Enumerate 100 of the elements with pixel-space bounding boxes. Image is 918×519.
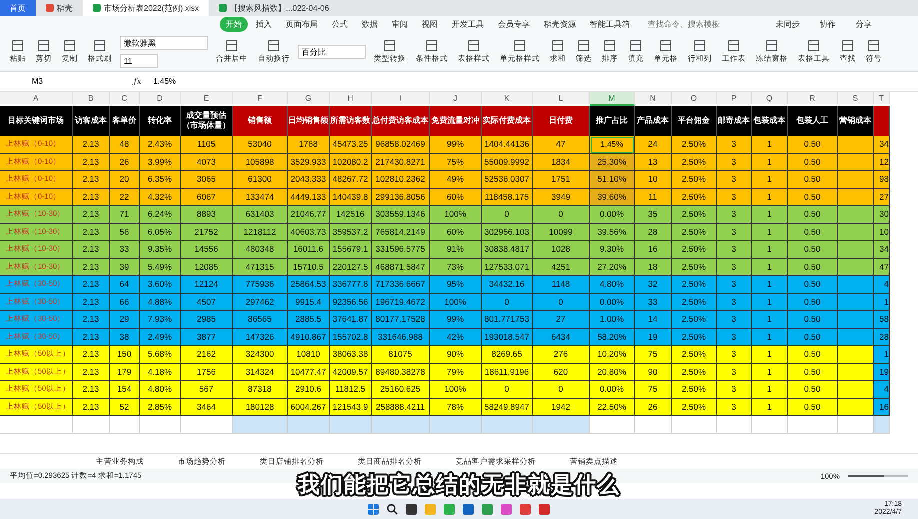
account-action[interactable]: 未同步 [770,18,806,31]
table-cell: 60% [430,188,482,206]
menu-tab[interactable]: 会员专享 [492,17,536,32]
table-cell: 3877 [181,328,233,346]
table-cell: 48267.72 [330,171,372,188]
table-cell: 98 [874,171,890,188]
table-cell: 26 [635,398,672,416]
menu-tab[interactable]: 视图 [416,17,444,32]
column-header[interactable]: G [288,92,330,104]
column-header[interactable]: E [181,92,233,104]
menu-tab[interactable]: 公式 [326,17,354,32]
table-cell: 21046.77 [288,206,330,224]
column-header[interactable]: D [140,92,181,104]
header-cell: 推广占比 [590,106,635,136]
column-header[interactable]: M [590,92,635,106]
account-action[interactable]: 协作 [814,18,842,31]
document-tab[interactable]: 【搜索风指数】...022-04-06 [209,0,340,16]
table-cell: 2.43% [140,136,181,154]
table-cell: 1751 [533,171,590,188]
table-icon [268,40,280,52]
table-cell: 155679.1 [330,241,372,258]
table-cell: 331596.5775 [372,241,430,258]
menu-tab[interactable]: 稻壳资源 [538,17,582,32]
column-header[interactable]: A [0,92,73,104]
table-cell: 73% [430,258,482,276]
menu-tab[interactable]: 审阅 [386,17,414,32]
column-header[interactable]: L [533,92,590,104]
app-icon[interactable] [463,504,474,514]
column-header[interactable]: K [482,92,533,104]
table-cell: 1942 [533,398,590,416]
table-cell: 0 [482,206,533,224]
table-cell: 2.13 [73,294,110,311]
table-cell: 4 [874,381,890,398]
menu-tab[interactable]: 插入 [250,17,278,32]
table-cell: 14556 [181,241,233,258]
column-header[interactable]: H [330,92,372,104]
table-cell: 1 [752,364,788,381]
column-header[interactable]: C [110,92,140,104]
table-cell: 2.13 [73,276,110,294]
table-cell: 91% [430,241,482,258]
search-icon[interactable] [387,504,398,514]
table-cell: 6.24% [140,206,181,224]
table-cell: 2.13 [73,364,110,381]
menu-tab[interactable]: 开发工具 [446,17,490,32]
table-cell: 96858.02469 [372,136,430,154]
start-icon[interactable] [368,504,379,514]
table-cell: 6.05% [140,224,181,241]
table-icon [868,40,880,52]
table-cell: 3 [717,136,752,154]
column-header[interactable]: T [874,92,890,104]
table-cell [838,154,874,171]
font-field[interactable]: 微软雅黑 [120,36,208,50]
column-header[interactable]: I [372,92,430,104]
table-cell: 1 [752,276,788,294]
font-size-field[interactable]: 11 [120,54,158,68]
column-header[interactable]: R [788,92,838,104]
table-cell: 0 [533,381,590,398]
column-header[interactable]: B [73,92,110,104]
table-cell: 28 [635,224,672,241]
header-cell: 平台佣金 [672,106,717,136]
subtitle-text: 我们能把它总结的无非就是什么 [298,470,620,500]
document-tab[interactable]: 稻壳 [36,0,83,16]
table-cell: 142516 [330,206,372,224]
table-cell: 28 [874,328,890,346]
table-cell: 1 [752,154,788,171]
menu-tab[interactable]: 页面布局 [280,17,324,32]
number-format-field[interactable]: 百分比 [298,45,366,59]
table-cell: 58 [874,311,890,328]
table-cell [838,171,874,188]
menu-tab[interactable]: 智能工具箱 [584,17,636,32]
table-cell: 2.50% [672,154,717,171]
table-icon [728,40,740,52]
column-header[interactable]: P [717,92,752,104]
table-cell: 801.771753 [482,311,533,328]
column-header[interactable]: O [672,92,717,104]
column-header[interactable]: N [635,92,672,104]
table-cell: 2.13 [73,346,110,364]
table-cell: 196719.4672 [372,294,430,311]
table-cell: 3529.933 [288,154,330,171]
account-action[interactable]: 分享 [850,18,878,31]
table-cell: 16011.6 [288,241,330,258]
table-cell: 0.50 [788,346,838,364]
app-icon[interactable] [406,504,417,514]
column-header[interactable]: S [838,92,874,104]
column-header[interactable]: F [233,92,288,104]
table-cell: 1 [752,188,788,206]
table-cell: 12124 [181,276,233,294]
table-cell: 3 [717,241,752,258]
function-button[interactable]: ƒx [134,77,142,86]
table-cell: 0.00% [590,381,635,398]
column-header[interactable]: J [430,92,482,104]
table-cell: 2.13 [73,224,110,241]
column-header[interactable]: Q [752,92,788,104]
table-cell: 1 [752,241,788,258]
menu-tab[interactable]: 数据 [356,17,384,32]
table-cell: 0.50 [788,294,838,311]
table-cell: 8269.65 [482,346,533,364]
document-tab[interactable]: 市场分析表2022(范例).xlsx [83,0,210,16]
command-search-field[interactable]: 查找命令、搜索模板 [646,19,760,30]
document-tab[interactable]: 首页 [0,0,36,16]
